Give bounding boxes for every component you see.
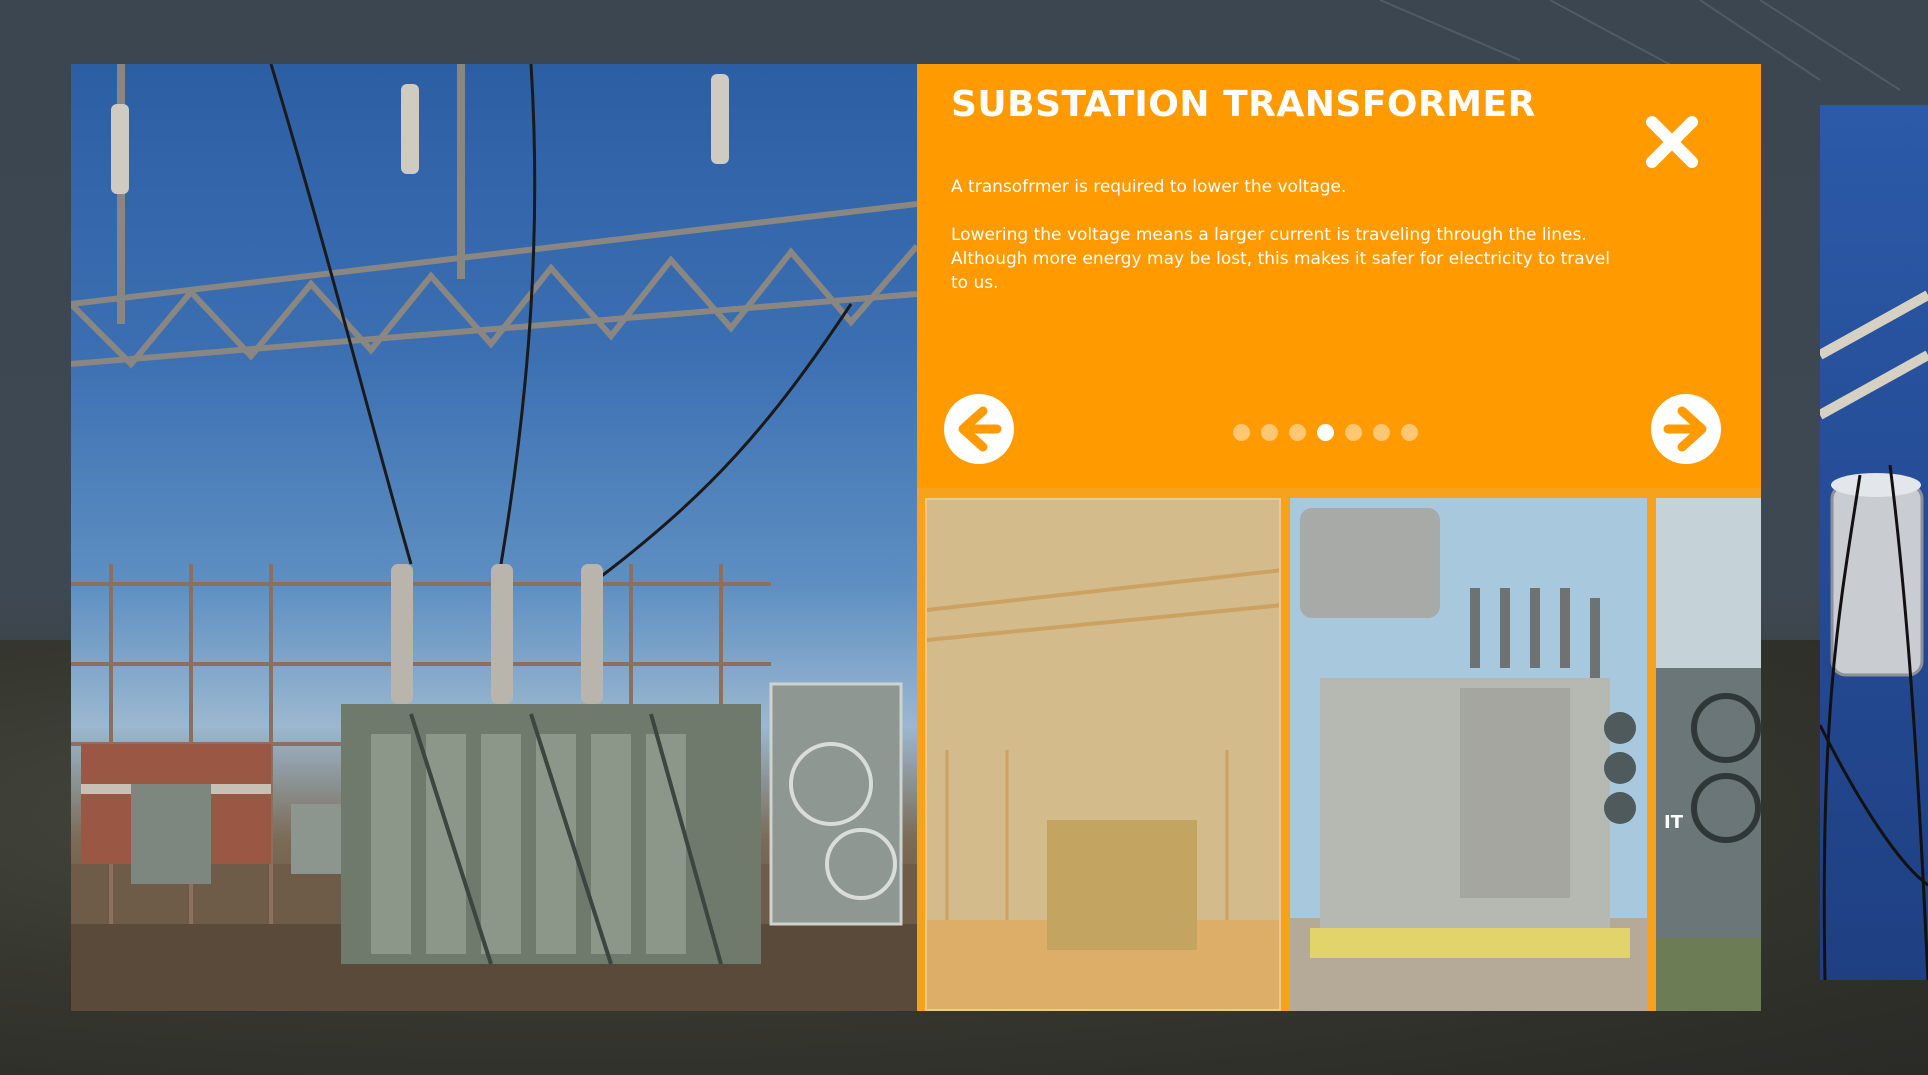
description-paragraph-1: A transofrmer is required to lower the v… (951, 177, 1347, 197)
description-paragraph-2: Lowering the voltage means a larger curr… (951, 225, 1610, 293)
pagination-dot-2[interactable] (1261, 424, 1278, 441)
pagination-dot-4-active[interactable] (1317, 424, 1334, 441)
modal-title: SUBSTATION TRANSFORMER (951, 84, 1536, 125)
close-icon (1646, 116, 1698, 168)
pagination-dot-1[interactable] (1233, 424, 1250, 441)
thumbnail-strip: IT (917, 488, 1761, 1011)
info-panel: SUBSTATION TRANSFORMER A transofrmer is … (917, 64, 1761, 488)
thumbnail-3-text: IT (1664, 812, 1684, 833)
pagination-dots (1233, 424, 1418, 441)
pagination-dot-3[interactable] (1289, 424, 1306, 441)
pagination-dot-6[interactable] (1373, 424, 1390, 441)
background-utility-pole-photo (1820, 105, 1928, 980)
arrow-right-circle-icon (1651, 394, 1721, 464)
thumbnail-2[interactable] (1290, 498, 1647, 1011)
thumbnail-1-selected[interactable] (925, 498, 1281, 1011)
close-button[interactable] (1644, 114, 1700, 170)
main-substation-photo (71, 64, 917, 1011)
info-modal: SUBSTATION TRANSFORMER A transofrmer is … (71, 64, 1761, 1011)
arrow-left-circle-icon (944, 394, 1014, 464)
pagination-dot-5[interactable] (1345, 424, 1362, 441)
thumbnail-3[interactable]: IT (1656, 498, 1761, 1011)
pagination-dot-7[interactable] (1401, 424, 1418, 441)
description: A transofrmer is required to lower the v… (951, 175, 1631, 319)
next-button[interactable] (1650, 393, 1722, 465)
previous-button[interactable] (943, 393, 1015, 465)
